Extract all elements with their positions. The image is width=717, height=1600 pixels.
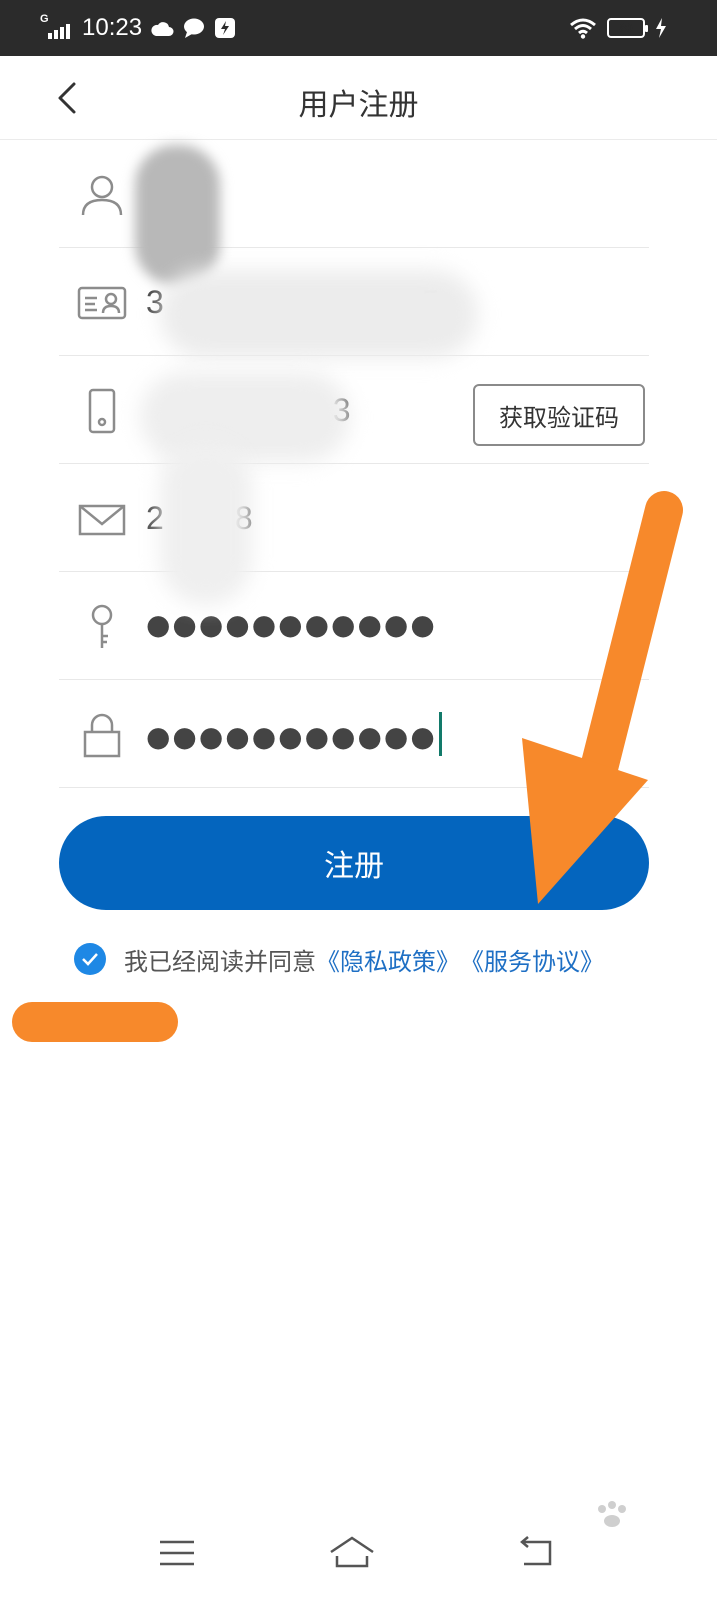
cloud-icon <box>151 22 174 36</box>
text-cursor <box>438 712 442 756</box>
phone-icon <box>88 388 116 434</box>
chat-bubble-icon <box>184 18 205 38</box>
key-icon <box>91 604 113 648</box>
agreement-row: 我已经阅读并同意 《隐私政策》 《服务协议》 <box>74 939 604 979</box>
network-type: G <box>40 13 49 25</box>
agreement-text: 我已经阅读并同意 <box>124 947 316 976</box>
checkmark-icon <box>82 953 98 966</box>
wifi-icon <box>570 18 596 39</box>
blur-mask <box>160 440 252 605</box>
signal-icon: G <box>40 13 74 41</box>
menu-icon[interactable] <box>152 1528 202 1578</box>
status-bar: G 10:23 80 <box>0 0 717 56</box>
status-left: G 10:23 <box>40 12 236 44</box>
user-icon <box>81 175 123 216</box>
service-agreement-link[interactable]: 《服务协议》 <box>460 942 604 977</box>
charging-bolt-icon <box>656 18 666 38</box>
annotation-stroke <box>12 1002 178 1042</box>
confirm-password-field[interactable]: ●●●●●●●●●●● <box>146 712 442 760</box>
blur-mask <box>140 372 350 462</box>
password-field[interactable]: ●●●●●●●●●●● <box>146 608 437 641</box>
blur-mask <box>135 145 220 285</box>
id-card-icon <box>77 286 127 320</box>
battery-indicator: 80 <box>607 18 648 38</box>
status-right: 80 <box>569 14 667 42</box>
baidu-watermark <box>520 1495 700 1555</box>
lock-icon <box>83 713 121 758</box>
home-icon[interactable] <box>327 1528 377 1578</box>
annotation-arrow <box>522 491 683 904</box>
mail-icon <box>78 504 126 536</box>
baidu-paw-icon <box>598 1501 626 1527</box>
app-notification-icon <box>215 18 236 38</box>
confirm-password-dots: ●●●●●●●●●●● <box>146 720 437 753</box>
get-code-button[interactable]: 获取验证码 <box>473 384 645 446</box>
battery-percent: 80 <box>619 21 633 35</box>
app-header: 用户注册 <box>0 56 717 140</box>
page-title: 用户注册 <box>298 88 419 123</box>
clock: 10:23 <box>82 14 143 41</box>
privacy-policy-link[interactable]: 《隐私政策》 <box>316 942 460 977</box>
agreement-checkbox[interactable] <box>74 943 106 975</box>
blur-mask <box>160 270 478 358</box>
